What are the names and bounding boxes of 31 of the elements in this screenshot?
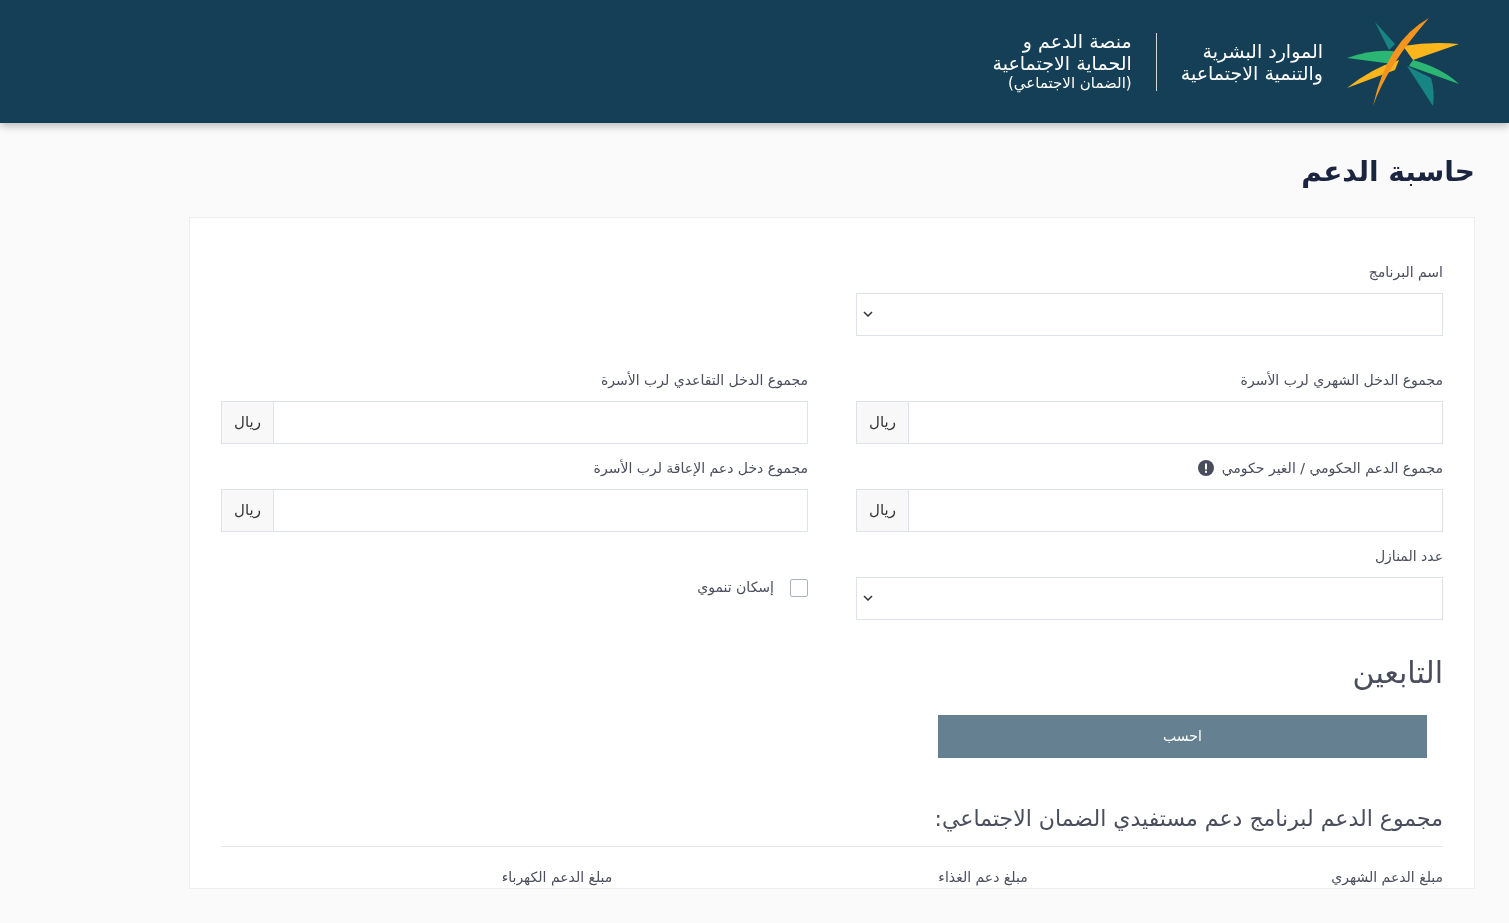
chevron-down-icon	[863, 311, 873, 318]
platform-name: منصة الدعم و	[1021, 30, 1132, 52]
input-field[interactable]	[909, 400, 1443, 444]
checkbox-label: إسكان تنموي	[697, 578, 774, 598]
currency-unit: ريال	[221, 400, 274, 444]
chevron-down-icon	[863, 595, 873, 602]
currency-unit: ريال	[221, 488, 274, 532]
input-field[interactable]	[274, 400, 808, 444]
field-label: عدد المنازل	[1374, 546, 1443, 566]
platform-name: الحماية الاجتماعية	[992, 52, 1132, 74]
field-label: مجموع الدخل التقاعدي لرب الأسرة	[601, 370, 808, 391]
field-label: مجموع الدعم الحكومي / الغير حكومي	[1221, 458, 1443, 479]
input-field[interactable]	[909, 488, 1443, 532]
field-label: مجموع الدخل الشهري لرب الأسرة	[1240, 370, 1443, 391]
column-label: مبلغ الدعم الكهرباء	[501, 869, 613, 885]
currency-unit: ريال	[856, 400, 909, 444]
summary-title: مجموع الدعم لبرنامج دعم مستفيدي الضمان الاجتماعي:	[221, 757, 1443, 847]
dropdown-field[interactable]	[856, 292, 1443, 336]
page-title: حاسبة الدعم	[1300, 154, 1476, 190]
currency-unit: ريال	[856, 488, 909, 532]
ministry-name: الموارد البشرية	[1201, 39, 1323, 62]
column-label: مبلغ دعم الغذاء	[938, 869, 1028, 885]
section-title: التابعين	[1351, 653, 1443, 692]
field-label: مجموع دخل دعم الإعاقة لرب الأسرة	[593, 458, 808, 479]
calculate-button[interactable]: احسب	[938, 714, 1427, 758]
input-field[interactable]	[274, 488, 808, 532]
checkbox[interactable]	[790, 578, 808, 597]
platform-name: (الضمان الاجتماعي)	[1007, 74, 1132, 93]
field-label: اسم البرنامج	[1368, 262, 1443, 283]
dropdown-field[interactable]	[856, 576, 1443, 620]
column-label: مبلغ الدعم الشهري	[1331, 869, 1443, 885]
